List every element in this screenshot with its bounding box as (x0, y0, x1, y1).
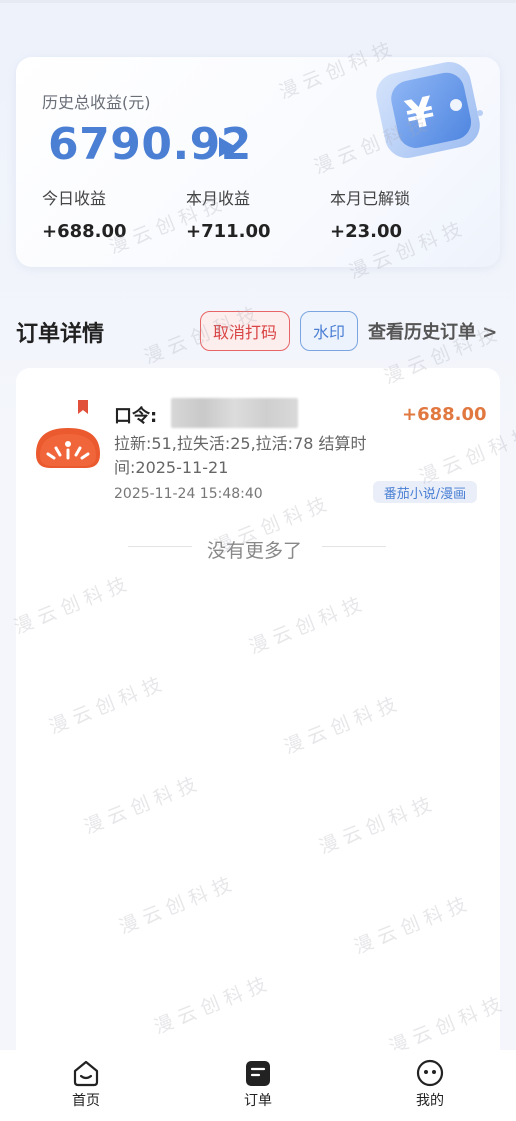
no-more-text: 没有更多了 (207, 540, 303, 562)
cancel-mask-button[interactable]: 取消打码 (200, 311, 290, 351)
order-amount: +688.00 (402, 404, 487, 425)
today-earnings-value: +688.00 (42, 221, 127, 242)
earnings-card: 历史总收益(元) 6790.92 今日收益 +688.00 本月收益 +711.… (16, 57, 500, 267)
month-earnings-value: +711.00 (186, 221, 271, 242)
unlocked-earnings-value: +23.00 (330, 221, 403, 242)
play-arrow-icon[interactable] (219, 137, 236, 157)
tab-profile[interactable]: 我的 (400, 1058, 460, 1110)
orders-title: 订单详情 (16, 322, 105, 347)
order-list: 口令: +688.00 拉新:51,拉失活:25,拉活:78 结算时间:2025… (16, 368, 500, 1068)
home-icon (73, 1060, 99, 1087)
watermark-button[interactable]: 水印 (300, 311, 358, 351)
view-history-link[interactable]: 查看历史订单 > (368, 318, 497, 344)
money-icon: ¥ (376, 62, 483, 158)
command-blurred-value (171, 398, 298, 428)
order-description: 拉新:51,拉失活:25,拉活:78 结算时间:2025-11-21 (114, 434, 367, 477)
order-icon (246, 1061, 270, 1086)
bottom-tab-bar: 首页 订单 我的 (0, 1050, 516, 1121)
status-strip (0, 0, 516, 3)
tab-home[interactable]: 首页 (56, 1058, 116, 1110)
today-earnings: 今日收益 +688.00 (42, 185, 127, 242)
tab-orders[interactable]: 订单 (228, 1058, 288, 1110)
order-timestamp: 2025-11-24 15:48:40 (114, 486, 263, 502)
divider-right (322, 546, 386, 547)
order-category-tag: 番茄小说/漫画 (373, 481, 477, 503)
tab-profile-label: 我的 (416, 1093, 444, 1109)
unlocked-earnings: 本月已解锁 +23.00 (330, 185, 410, 242)
tab-home-label: 首页 (72, 1093, 100, 1109)
tomato-app-icon (36, 400, 100, 468)
month-earnings: 本月收益 +711.00 (186, 185, 271, 242)
divider-left (128, 546, 192, 547)
profile-icon (416, 1059, 444, 1087)
today-earnings-label: 今日收益 (42, 189, 107, 208)
total-earnings-label: 历史总收益(元) (42, 93, 151, 112)
command-label: 口令: (114, 406, 158, 427)
unlocked-earnings-label: 本月已解锁 (330, 189, 411, 208)
tab-orders-label: 订单 (244, 1093, 272, 1109)
month-earnings-label: 本月收益 (186, 189, 251, 208)
